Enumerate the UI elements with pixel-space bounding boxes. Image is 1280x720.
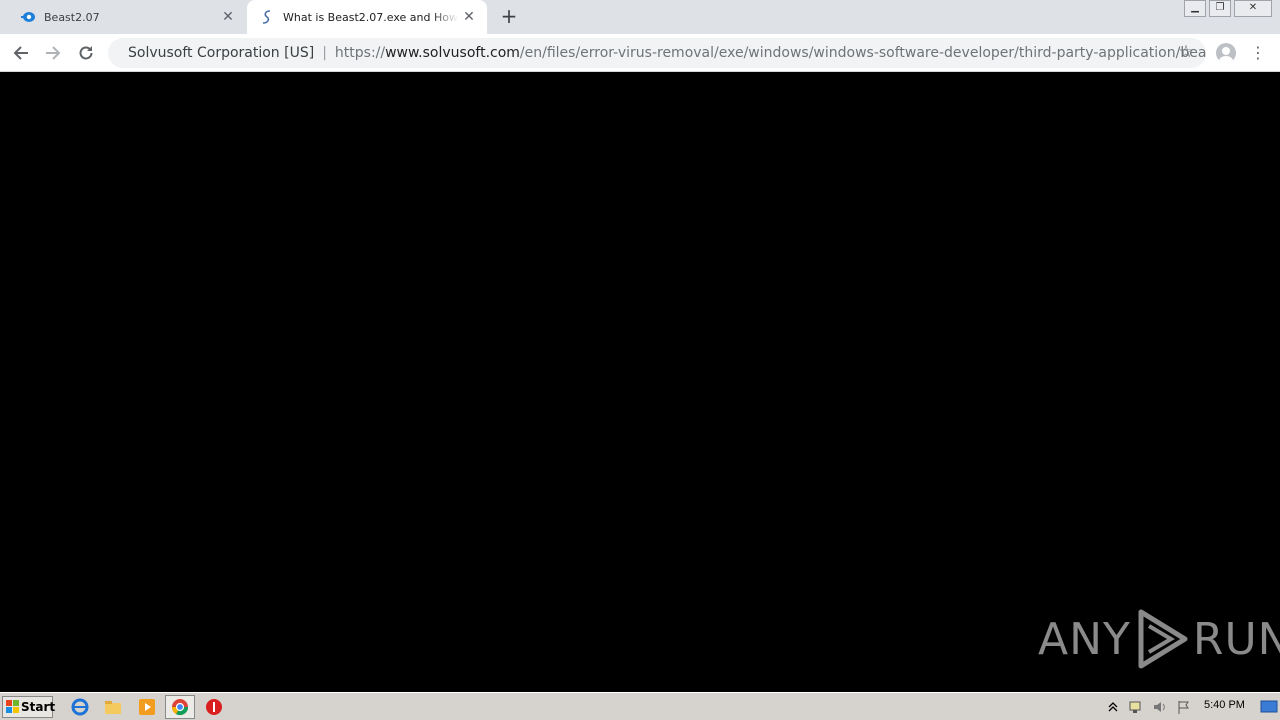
action-center-flag-icon[interactable] <box>1176 699 1192 715</box>
tab-beast[interactable]: Beast2.07 ✕ <box>0 0 246 34</box>
tab-title: What is Beast2.07.exe and How to Fix It? <box>283 10 458 24</box>
clock: 5:40 PM <box>1204 699 1245 711</box>
start-button[interactable]: Start <box>2 696 56 718</box>
anyrun-watermark: ANY RUN <box>1038 606 1280 672</box>
reload-icon[interactable] <box>74 41 98 65</box>
show-desktop-icon[interactable] <box>1260 699 1278 715</box>
stop-sign-icon[interactable] <box>204 697 224 717</box>
internet-explorer-icon[interactable] <box>70 697 90 717</box>
browser-toolbar: Solvusoft Corporation [US] | https://www… <box>0 34 1280 72</box>
watermark-left-text: ANY <box>1038 613 1131 665</box>
volume-icon[interactable] <box>1152 699 1168 715</box>
profile-avatar-icon[interactable] <box>1216 43 1236 63</box>
solvusoft-icon <box>262 10 271 24</box>
chrome-icon <box>171 699 189 716</box>
close-icon[interactable]: ✕ <box>461 9 477 25</box>
page-content <box>0 72 1280 692</box>
minimize-button[interactable]: ▁ <box>1184 0 1206 17</box>
new-tab-button[interactable]: + <box>499 6 519 26</box>
tab-title: Beast2.07 <box>44 10 100 24</box>
more-menu-icon[interactable]: ⋮ <box>1250 43 1266 63</box>
watermark-right-text: RUN <box>1192 613 1280 665</box>
restore-button[interactable]: ❐ <box>1209 0 1231 17</box>
start-label: Start <box>21 700 56 714</box>
windows-flag-icon <box>6 700 19 713</box>
play-logo-icon <box>1138 609 1188 669</box>
back-arrow-icon[interactable] <box>9 41 33 65</box>
url-scheme: https:// <box>334 45 386 61</box>
network-icon[interactable] <box>1128 699 1144 715</box>
url-separator: | <box>322 45 327 61</box>
tab-solvusoft[interactable]: What is Beast2.07.exe and How to Fix It?… <box>247 0 487 34</box>
file-explorer-icon[interactable] <box>103 697 123 717</box>
tab-strip: Beast2.07 ✕ What is Beast2.07.exe and Ho… <box>0 0 1280 34</box>
url-path: /en/files/error-virus-removal/exe/window… <box>519 45 1206 61</box>
tray-expand-icon[interactable] <box>1108 701 1118 713</box>
url-host: www.solvusoft.com <box>385 45 520 61</box>
address-bar[interactable]: Solvusoft Corporation [US] | https://www… <box>108 38 1206 68</box>
close-icon[interactable]: ✕ <box>220 9 236 25</box>
media-player-icon[interactable] <box>137 697 157 717</box>
chrome-taskbar-button[interactable] <box>165 695 195 719</box>
bookmark-star-icon[interactable]: ☆ <box>1175 41 1197 63</box>
forward-arrow-icon[interactable] <box>41 41 65 65</box>
taskbar: Start 5:40 PM <box>0 692 1280 720</box>
close-window-button[interactable]: ✕ <box>1234 0 1272 17</box>
site-identity: Solvusoft Corporation [US] <box>128 45 315 61</box>
blue-app-icon <box>21 12 35 22</box>
system-tray <box>1106 695 1280 719</box>
